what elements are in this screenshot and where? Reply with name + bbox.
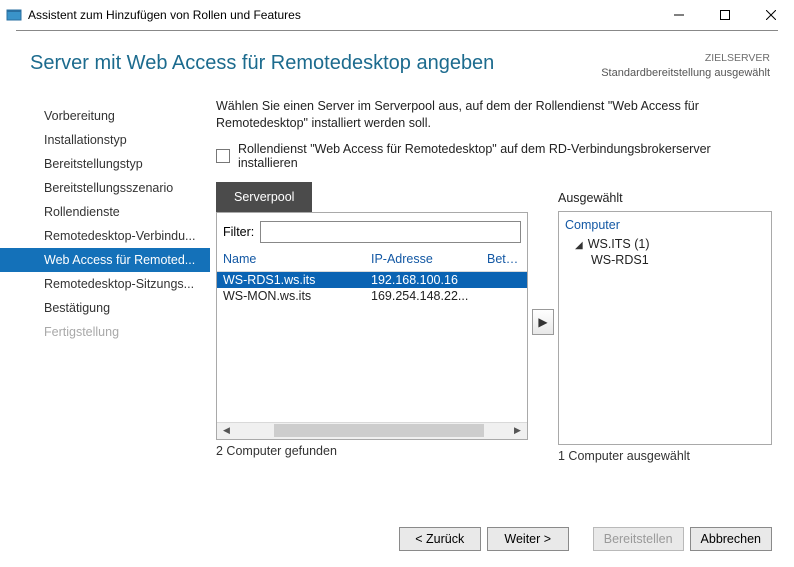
target-info: ZIELSERVER Standardbereitstellung ausgew… [601, 52, 770, 80]
selected-item[interactable]: WS-RDS1 [565, 252, 765, 267]
server-pool-list: Filter: Name IP-Adresse Betriebssy WS-RD… [216, 212, 528, 440]
found-count: 2 Computer gefunden [216, 440, 528, 458]
server-row[interactable]: WS-RDS1.ws.its 192.168.100.16 [217, 272, 527, 288]
back-button[interactable]: < Zurück [399, 527, 481, 551]
scroll-thumb[interactable] [274, 424, 484, 437]
scroll-left-icon[interactable]: ◀ [219, 423, 234, 438]
step-rollendienste[interactable]: Rollendienste [0, 200, 210, 224]
minimize-button[interactable] [656, 0, 702, 30]
deploy-button: Bereitstellen [593, 527, 684, 551]
step-fertigstellung: Fertigstellung [0, 320, 210, 344]
col-name[interactable]: Name [223, 252, 371, 266]
step-bereitstellungsszenario[interactable]: Bereitstellungsszenario [0, 176, 210, 200]
col-computer[interactable]: Computer [565, 218, 765, 232]
maximize-button[interactable] [702, 0, 748, 30]
step-bestaetigung[interactable]: Bestätigung [0, 296, 210, 320]
instruction-text: Wählen Sie einen Server im Serverpool au… [216, 98, 772, 132]
step-installationstyp[interactable]: Installationstyp [0, 128, 210, 152]
selected-group[interactable]: WS.ITS (1) [565, 232, 765, 252]
step-vorbereitung[interactable]: Vorbereitung [0, 104, 210, 128]
server-row[interactable]: WS-MON.ws.its 169.254.148.22... [217, 288, 527, 304]
app-icon [6, 7, 22, 23]
add-selection-button[interactable]: ▶ [532, 309, 554, 335]
col-ip[interactable]: IP-Adresse [371, 252, 487, 266]
selected-list: Computer WS.ITS (1) WS-RDS1 [558, 211, 772, 445]
wizard-steps: Vorbereitung Installationstyp Bereitstel… [0, 98, 210, 463]
close-button[interactable] [748, 0, 794, 30]
serverpool-tab[interactable]: Serverpool [216, 182, 312, 212]
filter-input[interactable] [260, 221, 521, 243]
install-on-broker-checkbox[interactable] [216, 149, 230, 163]
horizontal-scrollbar[interactable]: ◀ ▶ [217, 422, 527, 439]
selected-count: 1 Computer ausgewählt [558, 445, 772, 463]
step-bereitstellungstyp[interactable]: Bereitstellungstyp [0, 152, 210, 176]
step-rd-sitzungs[interactable]: Remotedesktop-Sitzungs... [0, 272, 210, 296]
selected-header: Ausgewählt [558, 182, 772, 211]
step-web-access[interactable]: Web Access für Remoted... [0, 248, 210, 272]
page-title: Server mit Web Access für Remotedesktop … [30, 52, 494, 75]
cancel-button[interactable]: Abbrechen [690, 527, 772, 551]
next-button[interactable]: Weiter > [487, 527, 569, 551]
filter-label: Filter: [223, 225, 254, 239]
scroll-right-icon[interactable]: ▶ [510, 423, 525, 438]
checkbox-label: Rollendienst "Web Access für Remotedeskt… [238, 142, 772, 170]
chevron-right-icon: ▶ [538, 315, 547, 329]
step-rd-verbindung[interactable]: Remotedesktop-Verbindu... [0, 224, 210, 248]
col-os[interactable]: Betriebssy [487, 252, 521, 266]
window-title: Assistent zum Hinzufügen von Rollen und … [28, 8, 656, 22]
